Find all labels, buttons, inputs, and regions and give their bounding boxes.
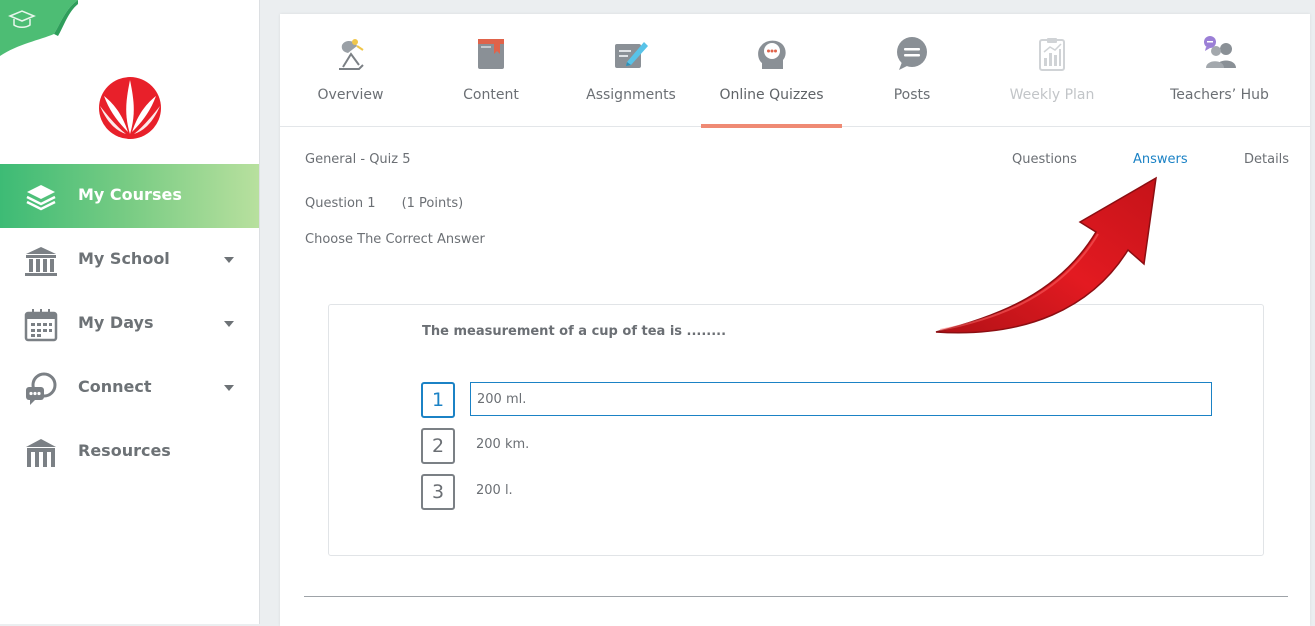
answer-option-3[interactable]: 3 200 l. bbox=[421, 474, 1221, 510]
school-logo bbox=[99, 77, 161, 139]
question-meta: Question 1 (1 Points) bbox=[305, 196, 489, 211]
sidebar-item-label: My School bbox=[78, 249, 170, 268]
option-text[interactable]: 200 km. bbox=[470, 428, 1212, 462]
course-panel: Overview Content Assignments Online Quiz… bbox=[280, 14, 1310, 626]
tab-overview[interactable]: Overview bbox=[280, 14, 421, 126]
sidebar-item-connect[interactable]: Connect bbox=[0, 356, 259, 420]
sidebar-item-label: Resources bbox=[78, 441, 171, 460]
clipboard-chart-icon bbox=[1039, 38, 1065, 71]
people-icon bbox=[1203, 36, 1236, 68]
option-text[interactable]: 200 l. bbox=[470, 474, 1212, 508]
lamp-icon bbox=[338, 39, 364, 70]
subtab-details[interactable]: Details bbox=[1244, 152, 1289, 167]
active-tab-indicator bbox=[701, 124, 842, 128]
sidebar-item-label: My Courses bbox=[78, 185, 182, 204]
answer-option-2[interactable]: 2 200 km. bbox=[421, 428, 1221, 464]
sidebar: My Courses My School My Days Connect Res… bbox=[0, 0, 260, 624]
tab-weekly-plan[interactable]: Weekly Plan bbox=[982, 14, 1122, 126]
sidebar-nav: My Courses My School My Days Connect Res… bbox=[0, 164, 259, 484]
tab-label: Teachers’ Hub bbox=[1170, 87, 1269, 103]
tab-label: Assignments bbox=[586, 87, 676, 103]
chevron-down-icon[interactable] bbox=[224, 385, 234, 391]
tab-assignments[interactable]: Assignments bbox=[561, 14, 701, 126]
subtab-answers[interactable]: Answers bbox=[1133, 152, 1188, 167]
speech-bubble-icon bbox=[897, 37, 927, 70]
option-number[interactable]: 1 bbox=[421, 382, 455, 418]
divider bbox=[304, 596, 1288, 597]
sidebar-item-my-school[interactable]: My School bbox=[0, 228, 259, 292]
tab-teachers-hub[interactable]: Teachers’ Hub bbox=[1142, 14, 1297, 126]
library-icon bbox=[26, 439, 56, 467]
quiz-head-icon bbox=[757, 40, 786, 69]
subtab-questions[interactable]: Questions bbox=[1012, 152, 1077, 167]
calendar-icon bbox=[24, 309, 58, 342]
question-text: The measurement of a cup of tea is .....… bbox=[422, 324, 727, 339]
tab-label: Content bbox=[463, 87, 519, 103]
answer-option-1[interactable]: 1 200 ml. bbox=[421, 382, 1221, 418]
tab-label: Weekly Plan bbox=[1009, 87, 1095, 103]
graduation-cap-corner-icon bbox=[0, 0, 78, 56]
sidebar-item-label: My Days bbox=[78, 313, 154, 332]
option-number[interactable]: 2 bbox=[421, 428, 455, 464]
course-tabs: Overview Content Assignments Online Quiz… bbox=[280, 14, 1310, 128]
chevron-down-icon[interactable] bbox=[224, 257, 234, 263]
tab-label: Posts bbox=[893, 87, 931, 103]
quiz-title: General - Quiz 5 bbox=[305, 152, 411, 167]
sidebar-item-label: Connect bbox=[78, 377, 152, 396]
question-card: The measurement of a cup of tea is .....… bbox=[328, 304, 1264, 556]
layers-icon bbox=[26, 185, 56, 211]
question-number: Question 1 bbox=[305, 196, 376, 211]
chevron-down-icon[interactable] bbox=[224, 321, 234, 327]
tab-label: Overview bbox=[317, 87, 384, 103]
chat-icon bbox=[26, 372, 57, 405]
tab-content[interactable]: Content bbox=[421, 14, 561, 126]
book-icon bbox=[478, 39, 504, 69]
option-number[interactable]: 3 bbox=[421, 474, 455, 510]
tab-posts[interactable]: Posts bbox=[842, 14, 982, 126]
tab-label: Online Quizzes bbox=[719, 87, 824, 103]
sidebar-item-my-days[interactable]: My Days bbox=[0, 292, 259, 356]
sidebar-item-my-courses[interactable]: My Courses bbox=[0, 164, 259, 228]
tab-online-quizzes[interactable]: Online Quizzes bbox=[701, 14, 842, 128]
sidebar-item-resources[interactable]: Resources bbox=[0, 420, 259, 484]
edit-icon bbox=[615, 42, 648, 68]
question-instruction: Choose The Correct Answer bbox=[305, 232, 485, 247]
building-icon bbox=[25, 247, 57, 276]
question-points: (1 Points) bbox=[401, 196, 464, 211]
option-text[interactable]: 200 ml. bbox=[470, 382, 1212, 416]
